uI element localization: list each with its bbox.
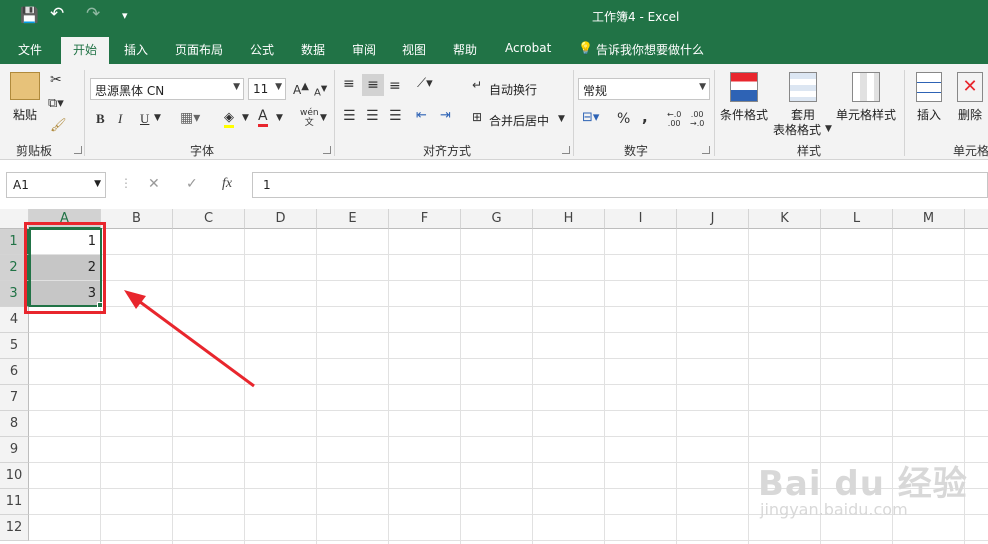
watermark-brand: Bai du 经验: [758, 464, 968, 504]
watermark-url: jingyan.baidu.com: [760, 500, 908, 519]
